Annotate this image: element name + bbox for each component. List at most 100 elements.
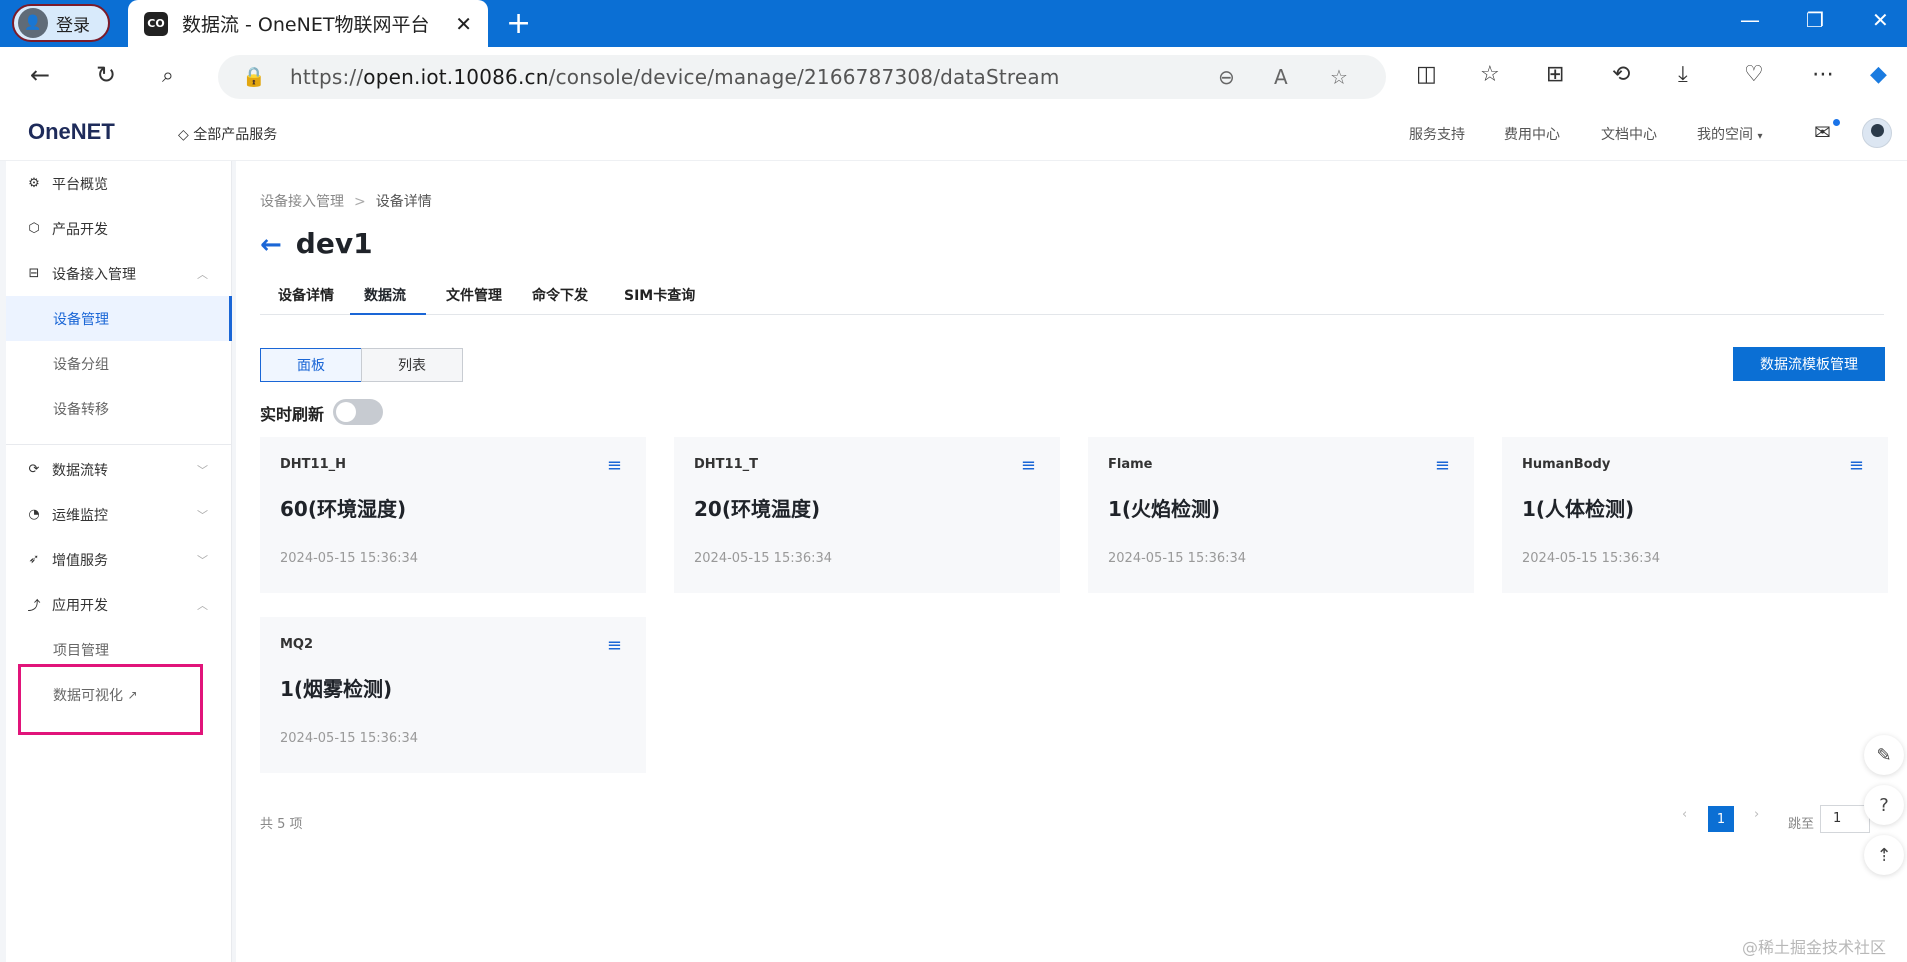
next-page-icon[interactable]: › — [1754, 807, 1759, 822]
close-tab-icon[interactable]: ✕ — [455, 12, 472, 36]
my-space-menu[interactable]: 我的空间 ▾ — [1697, 124, 1762, 144]
card-timestamp: 2024-05-15 15:36:34 — [1522, 551, 1661, 566]
profile-button[interactable]: 👤 登录 — [12, 4, 110, 42]
split-screen-icon[interactable]: ◫ — [1416, 62, 1437, 87]
zoom-out-icon[interactable]: ⊖ — [1218, 65, 1235, 89]
address-bar[interactable]: 🔒 https://open.iot.10086.cn/console/devi… — [218, 55, 1386, 99]
billing-center-link[interactable]: 费用中心 — [1504, 124, 1560, 144]
template-manage-button[interactable]: 数据流模板管理 — [1733, 347, 1885, 381]
sidebar-item-product-dev[interactable]: ⬡ 产品开发 — [6, 206, 232, 251]
notification-dot — [1833, 119, 1840, 126]
app-dev-icon: ⤴ — [27, 599, 41, 614]
service-support-link[interactable]: 服务支持 — [1409, 124, 1465, 144]
onenet-logo[interactable]: OneNET — [28, 119, 115, 145]
read-aloud-icon[interactable]: A — [1274, 65, 1288, 89]
data-flow-icon: ⟳ — [28, 462, 40, 477]
page-number-button[interactable]: 1 — [1708, 806, 1734, 832]
browser-essentials-icon[interactable]: ♡ — [1744, 62, 1764, 87]
datastream-card: DHT11_H ≡ 60(环境湿度) 2024-05-15 15:36:34 — [260, 437, 646, 593]
docs-center-link[interactable]: 文档中心 — [1601, 124, 1657, 144]
search-icon[interactable]: ⌕ — [162, 63, 174, 88]
new-tab-icon[interactable]: + — [506, 6, 531, 41]
cube-icon: ⬡ — [28, 221, 40, 236]
card-menu-icon[interactable]: ≡ — [1849, 455, 1864, 476]
card-timestamp: 2024-05-15 15:36:34 — [694, 551, 833, 566]
chevron-up-icon: ︿ — [197, 598, 208, 612]
user-avatar[interactable] — [1862, 118, 1892, 148]
monitor-icon: ◔ — [28, 507, 40, 522]
tab-file-manage[interactable]: 文件管理 — [446, 285, 502, 305]
sidebar-item-device-manage[interactable]: 设备管理 — [6, 296, 232, 341]
list-view-button[interactable]: 列表 — [361, 348, 463, 382]
more-options-icon[interactable]: ⋯ — [1812, 62, 1834, 87]
page-title: ← dev1 — [260, 227, 373, 260]
datastream-card: HumanBody ≡ 1(人体检测) 2024-05-15 15:36:34 — [1502, 437, 1888, 593]
sidebar-item-overview[interactable]: ⚙ 平台概览 — [6, 161, 232, 206]
total-count: 共 5 项 — [260, 817, 303, 832]
card-timestamp: 2024-05-15 15:36:34 — [280, 551, 419, 566]
card-name: Flame — [1108, 457, 1153, 472]
card-value: 1(火焰检测) — [1108, 497, 1221, 521]
card-timestamp: 2024-05-15 15:36:34 — [1108, 551, 1247, 566]
back-icon[interactable]: ← — [30, 61, 50, 89]
card-menu-icon[interactable]: ≡ — [1435, 455, 1450, 476]
card-menu-icon[interactable]: ≡ — [607, 635, 622, 656]
mail-icon[interactable]: ✉ — [1814, 120, 1831, 144]
profile-avatar-icon: 👤 — [18, 8, 48, 38]
overview-icon: ⚙ — [28, 176, 40, 191]
card-menu-icon[interactable]: ≡ — [1021, 455, 1036, 476]
realtime-refresh-toggle[interactable] — [333, 399, 383, 425]
card-name: DHT11_T — [694, 457, 758, 472]
datastream-card: Flame ≡ 1(火焰检测) 2024-05-15 15:36:34 — [1088, 437, 1474, 593]
device-access-icon: ⊟ — [28, 266, 40, 281]
main-content: 设备接入管理 > 设备详情 ← dev1 设备详情 数据流 文件管理 命令下发 SIM… — [236, 161, 1907, 962]
card-value: 20(环境温度) — [694, 497, 821, 521]
tab-data-stream[interactable]: 数据流 — [364, 285, 406, 305]
help-icon[interactable]: ? — [1864, 785, 1904, 825]
sidebar-item-device-group[interactable]: 设备分组 — [6, 341, 232, 386]
all-products-menu[interactable]: ◇ 全部产品服务 — [178, 124, 277, 144]
lock-icon[interactable]: 🔒 — [242, 65, 266, 88]
download-icon[interactable]: ⤓ — [1678, 62, 1688, 87]
sidebar-item-value-added[interactable]: ➶ 增值服务 ﹀ — [6, 537, 232, 582]
minimize-icon[interactable]: — — [1740, 8, 1760, 32]
feedback-edit-icon[interactable]: ✎ — [1864, 735, 1904, 775]
favorites-icon[interactable]: ☆ — [1480, 62, 1500, 87]
tab-sim-query[interactable]: SIM卡查询 — [624, 285, 695, 305]
highlight-box — [18, 664, 203, 735]
browser-tab-bar: 👤 登录 CO 数据流 - OneNET物联网平台 ✕ + — ❐ ✕ — [0, 0, 1907, 47]
datastream-card: MQ2 ≡ 1(烟雾检测) 2024-05-15 15:36:34 — [260, 617, 646, 773]
favorite-star-icon[interactable]: ☆ — [1330, 65, 1348, 89]
tab-device-detail[interactable]: 设备详情 — [278, 285, 334, 305]
breadcrumb-device-access[interactable]: 设备接入管理 — [260, 194, 344, 210]
app-header: OneNET ◇ 全部产品服务 服务支持 费用中心 文档中心 我的空间 ▾ ✉ — [0, 105, 1907, 161]
rocket-icon: ➶ — [28, 552, 40, 567]
sidebar-item-data-flow[interactable]: ⟳ 数据流转 ﹀ — [6, 447, 232, 492]
card-value: 1(烟雾检测) — [280, 677, 393, 701]
restore-icon[interactable]: ❐ — [1806, 8, 1824, 32]
tab-command[interactable]: 命令下发 — [532, 285, 588, 305]
chevron-up-icon: ︿ — [197, 267, 208, 281]
browser-tab-active[interactable]: CO 数据流 - OneNET物联网平台 ✕ — [128, 0, 488, 47]
back-arrow-icon[interactable]: ← — [260, 230, 282, 260]
sidebar-item-app-dev[interactable]: ⤴ 应用开发 ︿ — [6, 582, 232, 627]
card-menu-icon[interactable]: ≡ — [607, 455, 622, 476]
reload-icon[interactable]: ↻ — [96, 61, 116, 89]
sidebar: ⚙ 平台概览 ⬡ 产品开发 ⊟ 设备接入管理 ︿ 设备管理 设备分组 设备转移 ⟳ 数据流… — [6, 161, 232, 962]
close-window-icon[interactable]: ✕ — [1872, 8, 1889, 32]
back-to-top-icon[interactable]: ⇡ — [1864, 835, 1904, 875]
history-icon[interactable]: ⟲ — [1612, 62, 1630, 87]
copilot-icon[interactable]: ◆ — [1870, 62, 1887, 87]
sidebar-item-ops-monitor[interactable]: ◔ 运维监控 ﹀ — [6, 492, 232, 537]
collections-icon[interactable]: ⊞ — [1546, 62, 1564, 87]
prev-page-icon[interactable]: ‹ — [1682, 807, 1687, 822]
panel-view-button[interactable]: 面板 — [260, 348, 362, 382]
jump-page-input[interactable]: 1 — [1820, 805, 1870, 833]
sidebar-item-device-transfer[interactable]: 设备转移 — [6, 386, 232, 431]
onenet-favicon-icon: CO — [144, 11, 168, 36]
url-text: https://open.iot.10086.cn/console/device… — [290, 65, 1060, 89]
chevron-down-icon: ﹀ — [197, 553, 208, 567]
breadcrumb-separator: > — [354, 194, 366, 210]
datastream-card: DHT11_T ≡ 20(环境温度) 2024-05-15 15:36:34 — [674, 437, 1060, 593]
sidebar-item-device-access[interactable]: ⊟ 设备接入管理 ︿ — [6, 251, 232, 296]
